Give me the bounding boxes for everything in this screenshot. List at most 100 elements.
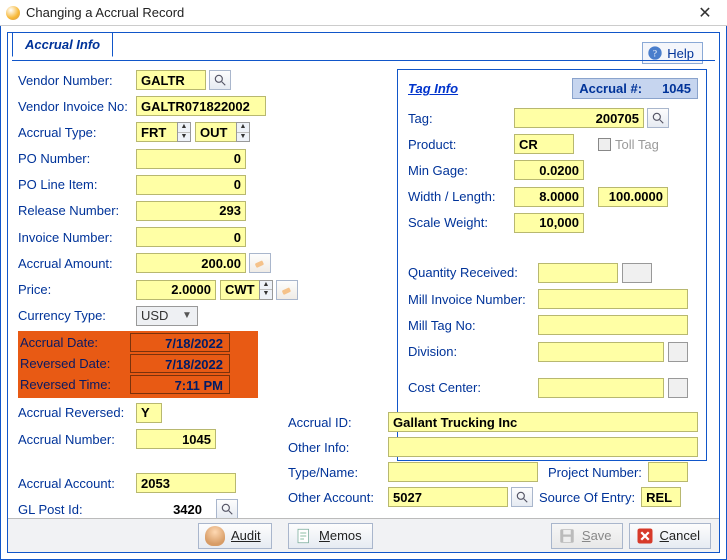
mill-invoice-label: Mill Invoice Number: — [408, 292, 538, 307]
accrual-type-a-field[interactable] — [136, 122, 178, 142]
person-icon — [205, 526, 225, 546]
magnifier-icon — [213, 73, 227, 87]
save-icon — [558, 527, 576, 545]
highlighted-dates-block: Accrual Date: Reversed Date: Reversed Ti… — [18, 331, 258, 398]
vendor-number-lookup[interactable] — [209, 70, 231, 90]
mill-tag-label: Mill Tag No: — [408, 318, 538, 333]
accrual-date-label: Accrual Date: — [20, 335, 130, 350]
cost-center-extra-box[interactable] — [668, 378, 688, 398]
release-number-field[interactable] — [136, 201, 246, 221]
reversed-date-label: Reversed Date: — [20, 356, 130, 371]
currency-type-dropdown[interactable]: USD ▼ — [136, 306, 198, 326]
eraser-icon — [280, 283, 294, 297]
chevron-down-icon: ▼ — [179, 310, 195, 321]
width-length-label: Width / Length: — [408, 189, 514, 204]
vendor-invoice-no-label: Vendor Invoice No: — [18, 99, 136, 114]
division-extra-box[interactable] — [668, 342, 688, 362]
min-gage-label: Min Gage: — [408, 163, 514, 178]
reversed-time-field[interactable] — [130, 375, 230, 394]
cancel-icon — [636, 527, 654, 545]
scale-weight-label: Scale Weight: — [408, 215, 514, 230]
currency-type-label: Currency Type: — [18, 308, 136, 323]
accrual-type-b-field[interactable] — [195, 122, 237, 142]
tag-field[interactable] — [514, 108, 644, 128]
cost-center-label: Cost Center: — [408, 380, 538, 395]
scale-weight-field[interactable] — [514, 213, 584, 233]
help-icon: ? — [647, 45, 663, 61]
type-name-field[interactable] — [388, 462, 538, 482]
audit-button[interactable]: Audit — [198, 523, 272, 549]
tab-accrual-info[interactable]: Accrual Info — [12, 32, 113, 57]
accrual-amount-label: Accrual Amount: — [18, 256, 136, 271]
qty-received-unit-box[interactable] — [622, 263, 652, 283]
price-unit-spinner[interactable]: ▲▼ — [259, 280, 273, 300]
po-line-item-label: PO Line Item: — [18, 177, 136, 192]
accrual-amount-clear[interactable] — [249, 253, 271, 273]
window-close-button[interactable]: ✕ — [689, 3, 721, 23]
vendor-number-field[interactable] — [136, 70, 206, 90]
type-name-label: Type/Name: — [288, 465, 388, 480]
mill-invoice-field[interactable] — [538, 289, 688, 309]
division-label: Division: — [408, 344, 538, 359]
vendor-invoice-no-field[interactable] — [136, 96, 266, 116]
product-field[interactable] — [514, 134, 574, 154]
accrual-type-a-spinner[interactable]: ▲▼ — [177, 122, 191, 142]
accrual-id-label: Accrual ID: — [288, 415, 388, 430]
other-info-field[interactable] — [388, 437, 698, 457]
tag-info-link[interactable]: Tag Info — [408, 81, 458, 96]
release-number-label: Release Number: — [18, 203, 136, 218]
source-entry-field[interactable] — [641, 487, 681, 507]
magnifier-icon — [651, 111, 665, 125]
window-title: Changing a Accrual Record — [26, 5, 689, 20]
accrual-id-row: Accrual ID: — [18, 411, 707, 433]
tag-label: Tag: — [408, 111, 514, 126]
po-line-item-field[interactable] — [136, 175, 246, 195]
mill-tag-field[interactable] — [538, 315, 688, 335]
qty-received-field[interactable] — [538, 263, 618, 283]
toll-tag-label: Toll Tag — [615, 137, 659, 152]
length-field[interactable] — [598, 187, 668, 207]
toll-tag-checkbox — [598, 138, 611, 151]
other-info-label: Other Info: — [288, 440, 388, 455]
save-button: Save — [551, 523, 623, 549]
division-field[interactable] — [538, 342, 664, 362]
po-number-label: PO Number: — [18, 151, 136, 166]
app-icon — [6, 6, 20, 20]
po-number-field[interactable] — [136, 149, 246, 169]
tag-lookup[interactable] — [647, 108, 669, 128]
product-label: Product: — [408, 137, 514, 152]
project-number-field[interactable] — [648, 462, 688, 482]
min-gage-field[interactable] — [514, 160, 584, 180]
qty-received-label: Quantity Received: — [408, 265, 538, 280]
invoice-number-label: Invoice Number: — [18, 230, 136, 245]
accrual-type-b-spinner[interactable]: ▲▼ — [236, 122, 250, 142]
price-clear[interactable] — [276, 280, 298, 300]
reversed-date-field[interactable] — [130, 354, 230, 373]
titlebar: Changing a Accrual Record ✕ — [0, 0, 727, 26]
price-unit-field[interactable] — [220, 280, 260, 300]
help-label: Help — [667, 46, 694, 61]
accrual-number-box: Accrual #: 1045 — [572, 78, 698, 99]
memos-button[interactable]: Memos — [288, 523, 373, 549]
width-field[interactable] — [514, 187, 584, 207]
accrual-amount-field[interactable] — [136, 253, 246, 273]
svg-text:?: ? — [653, 49, 657, 59]
vendor-number-label: Vendor Number: — [18, 73, 136, 88]
memo-icon — [295, 527, 313, 545]
reversed-time-label: Reversed Time: — [20, 377, 130, 392]
other-account-label: Other Account: — [288, 490, 388, 505]
cancel-button[interactable]: Cancel — [629, 523, 711, 549]
price-field[interactable] — [136, 280, 216, 300]
other-account-field[interactable] — [388, 487, 508, 507]
cost-center-field[interactable] — [538, 378, 664, 398]
accrual-id-field[interactable] — [388, 412, 698, 432]
project-number-label: Project Number: — [548, 465, 642, 480]
other-account-lookup[interactable] — [511, 487, 533, 507]
accrual-date-field[interactable] — [130, 333, 230, 352]
price-label: Price: — [18, 282, 136, 297]
source-entry-label: Source Of Entry: — [539, 490, 635, 505]
eraser-icon — [253, 256, 267, 270]
accrual-type-label: Accrual Type: — [18, 125, 136, 140]
invoice-number-field[interactable] — [136, 227, 246, 247]
magnifier-icon — [515, 490, 529, 504]
